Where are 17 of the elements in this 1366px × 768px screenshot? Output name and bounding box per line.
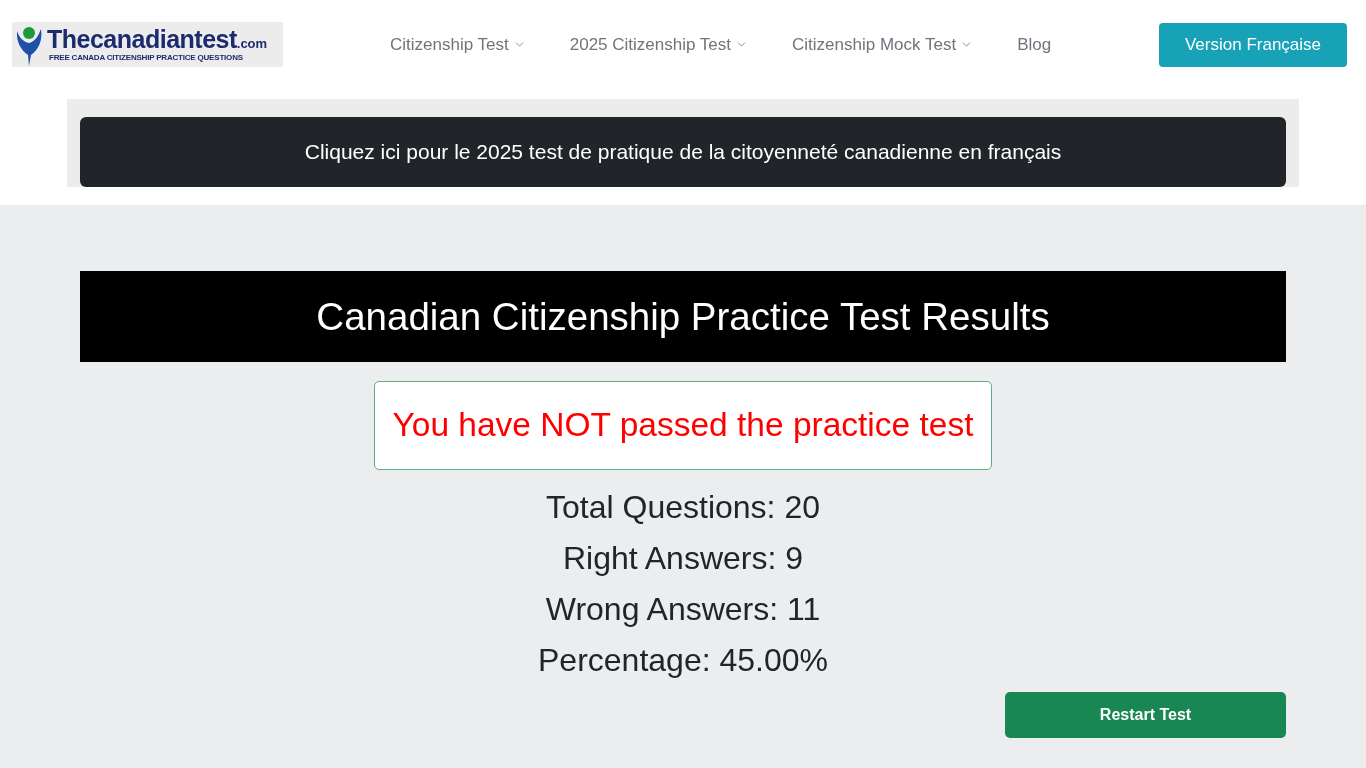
nav-link[interactable]: Citizenship Test xyxy=(390,31,526,58)
restart-test-button[interactable]: Restart Test xyxy=(1005,692,1286,738)
results-title: Canadian Citizenship Practice Test Results xyxy=(316,293,1050,340)
french-test-banner-link[interactable]: Cliquez ici pour le 2025 test de pratique de la citoyenneté canadienne en français xyxy=(80,117,1286,187)
language-button[interactable]: Version Française xyxy=(1159,22,1347,67)
logo-wordmark: Thecanadiantest xyxy=(47,27,237,52)
logo-tagline: FREE CANADA CITIZENSHIP PRACTICE QUESTIONS xyxy=(49,54,244,62)
logo-domain: .com xyxy=(236,37,268,50)
result-stat: Right Answers: 9 xyxy=(562,539,804,578)
nav-link[interactable]: Blog xyxy=(1017,31,1052,58)
result-stat: Total Questions: 20 xyxy=(546,488,820,527)
site-logo[interactable]: Thecanadiantest.com FREE CANADA CITIZENSHIP PRACTICE QUESTIONS xyxy=(12,22,283,67)
nav-link[interactable]: Citizenship Mock Test xyxy=(792,31,974,58)
result-stat: Wrong Answers: 11 xyxy=(545,590,821,629)
result-stat: Percentage: 45.00% xyxy=(538,641,828,680)
nav-link[interactable]: 2025 Citizenship Test xyxy=(569,31,749,58)
verdict-text: You have NOT passed the practice test xyxy=(392,405,974,446)
